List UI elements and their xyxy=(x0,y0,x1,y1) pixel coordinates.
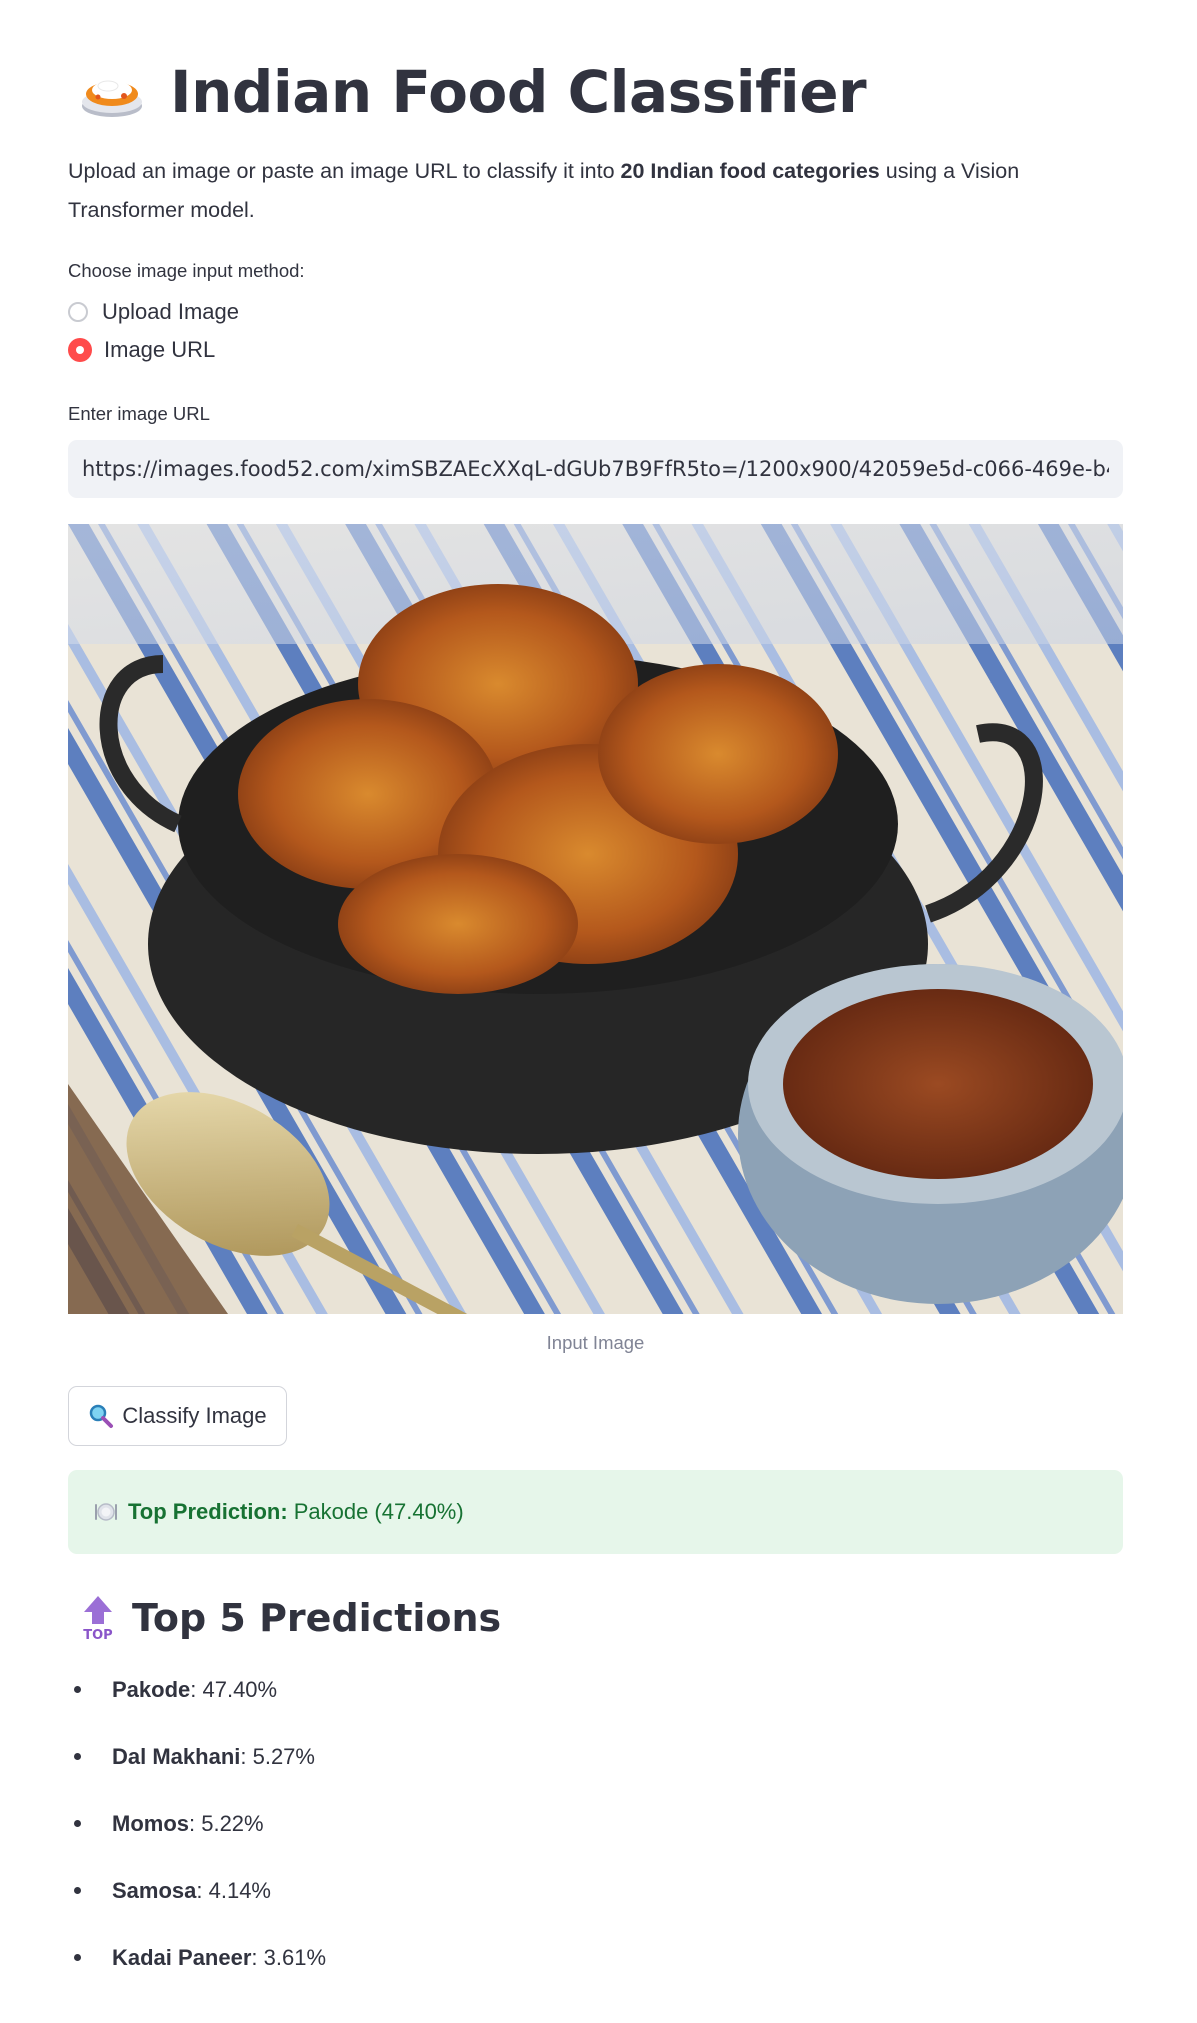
input-image xyxy=(68,524,1123,1314)
list-item: Pakode: 47.40% xyxy=(68,1668,326,1735)
classify-image-button[interactable]: Classify Image xyxy=(68,1386,287,1446)
magnifying-glass-icon xyxy=(88,1403,114,1429)
list-item: Momos: 5.22% xyxy=(68,1802,326,1869)
classify-button-label: Classify Image xyxy=(122,1403,267,1428)
top-prediction-label: Top Prediction: xyxy=(128,1499,288,1524)
prediction-percent: : 5.27% xyxy=(240,1744,315,1769)
image-url-input[interactable] xyxy=(68,440,1123,498)
prediction-name: Kadai Paneer xyxy=(112,1945,252,1970)
top-arrow-icon: TOP xyxy=(78,1594,118,1643)
prediction-name: Pakode xyxy=(112,1677,191,1702)
top-prediction-value: Pakode (47.40%) xyxy=(293,1499,464,1524)
prediction-name: Dal Makhani xyxy=(112,1744,241,1769)
app-page: Indian Food Classifier Upload an image o… xyxy=(0,0,1197,2023)
radio-url-label: Image URL xyxy=(104,337,216,362)
page-title: Indian Food Classifier xyxy=(170,58,867,126)
list-item: Dal Makhani: 5.27% xyxy=(68,1735,326,1802)
image-caption: Input Image xyxy=(546,1332,645,1353)
radio-upload-image[interactable]: Upload Image xyxy=(68,299,239,325)
url-input-label: Enter image URL xyxy=(68,403,210,424)
top5-header: TOP Top 5 Predictions xyxy=(68,1590,501,1646)
plate-utensils-icon xyxy=(94,1500,118,1524)
prediction-percent: : 5.22% xyxy=(189,1811,264,1836)
description-prefix: Upload an image or paste an image URL to… xyxy=(68,159,621,183)
prediction-name: Momos xyxy=(112,1811,189,1836)
prediction-percent: : 3.61% xyxy=(251,1945,327,1970)
prediction-name: Samosa xyxy=(112,1878,197,1903)
page-header: Indian Food Classifier xyxy=(68,52,867,132)
radio-circle-unselected[interactable] xyxy=(68,302,88,322)
app-description: Upload an image or paste an image URL to… xyxy=(68,152,1068,230)
curry-rice-icon xyxy=(80,64,144,120)
description-bold: 20 Indian food categories xyxy=(620,159,880,183)
radio-circle-selected[interactable] xyxy=(68,338,92,362)
predictions-list: Pakode: 47.40% Dal Makhani: 5.27% Momos:… xyxy=(68,1668,326,2003)
top5-title: Top 5 Predictions xyxy=(132,1596,502,1640)
list-item: Kadai Paneer: 3.61% xyxy=(68,1936,326,2003)
prediction-percent: : 4.14% xyxy=(196,1878,271,1903)
radio-image-url[interactable]: Image URL xyxy=(68,337,215,363)
prediction-percent: : 47.40% xyxy=(190,1677,278,1702)
svg-text:TOP: TOP xyxy=(83,1628,112,1642)
list-item: Samosa: 4.14% xyxy=(68,1869,326,1936)
radio-upload-label: Upload Image xyxy=(102,299,239,324)
top-prediction-alert: Top Prediction: Pakode (47.40%) xyxy=(68,1470,1123,1554)
input-method-label: Choose image input method: xyxy=(68,260,305,281)
